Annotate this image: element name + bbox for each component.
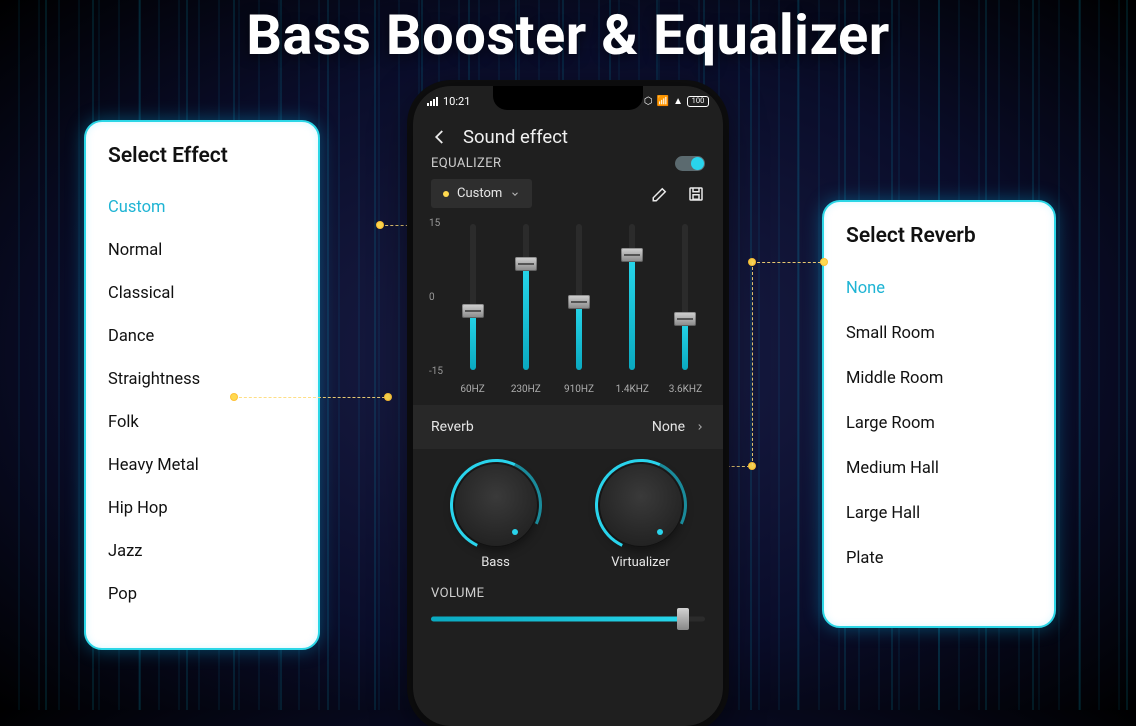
eq-slider-thumb[interactable] xyxy=(515,257,537,271)
phone-frame: 10:21 ⬡ 📶 ▲ 100 Sound effect EQUALIZER C… xyxy=(413,86,723,726)
page-header: Sound effect xyxy=(413,116,723,156)
reverb-item[interactable]: Large Room xyxy=(846,401,1032,446)
reverb-value: None xyxy=(652,419,685,435)
signal-icon xyxy=(427,97,439,106)
effect-item[interactable]: Folk xyxy=(108,401,296,444)
virtualizer-dial[interactable] xyxy=(599,463,683,547)
effect-card: Select Effect CustomNormalClassicalDance… xyxy=(84,120,320,650)
effect-item[interactable]: Straightness xyxy=(108,358,296,401)
reverb-card: Select Reverb NoneSmall RoomMiddle RoomL… xyxy=(822,200,1056,628)
chevron-down-icon xyxy=(510,189,520,199)
effect-item[interactable]: Jazz xyxy=(108,530,296,573)
bass-knob-group: Bass xyxy=(454,463,538,570)
back-arrow-icon[interactable] xyxy=(431,128,449,146)
scale-mid: 0 xyxy=(429,292,443,303)
virtualizer-label: Virtualizer xyxy=(611,555,670,570)
bluetooth-icon: ⬡ xyxy=(644,96,653,107)
connector-dot xyxy=(384,393,392,401)
reverb-item[interactable]: Small Room xyxy=(846,311,1032,356)
save-icon[interactable] xyxy=(687,185,705,203)
equalizer-header: EQUALIZER xyxy=(413,156,723,175)
connector-line xyxy=(752,262,826,263)
chevron-right-icon xyxy=(695,422,705,432)
eq-band-label: 1.4KHZ xyxy=(616,384,649,395)
equalizer-scale: 15 0 -15 xyxy=(427,218,445,395)
wifi-icon: ▲ xyxy=(673,96,683,107)
volume-slider[interactable] xyxy=(431,611,705,627)
connector-line xyxy=(752,262,753,466)
effect-item[interactable]: Heavy Metal xyxy=(108,444,296,487)
connector-line xyxy=(234,397,390,398)
connector-dot xyxy=(376,221,384,229)
eq-band: 1.4KHZ xyxy=(609,218,656,395)
effect-item[interactable]: Classical xyxy=(108,272,296,315)
eq-band: 230HZ xyxy=(502,218,549,395)
preset-name: Custom xyxy=(457,186,502,201)
phone-notch xyxy=(493,86,643,110)
eq-slider[interactable] xyxy=(565,218,593,376)
equalizer-toggle[interactable] xyxy=(675,156,705,171)
equalizer-label: EQUALIZER xyxy=(431,156,501,171)
effect-item[interactable]: Custom xyxy=(108,186,296,229)
effect-heading: Select Effect xyxy=(108,144,296,168)
edit-icon[interactable] xyxy=(651,185,669,203)
virtualizer-knob-group: Virtualizer xyxy=(599,463,683,570)
effect-item[interactable]: Dance xyxy=(108,315,296,358)
eq-band-label: 910HZ xyxy=(564,384,594,395)
eq-slider-thumb[interactable] xyxy=(621,248,643,262)
bass-label: Bass xyxy=(481,555,510,570)
preset-connector-dot xyxy=(443,191,449,197)
eq-slider[interactable] xyxy=(512,218,540,376)
eq-slider-thumb[interactable] xyxy=(568,295,590,309)
reverb-item[interactable]: None xyxy=(846,266,1032,311)
eq-band-label: 3.6KHZ xyxy=(669,384,702,395)
connector-dot xyxy=(230,393,238,401)
bass-dial[interactable] xyxy=(454,463,538,547)
eq-slider[interactable] xyxy=(459,218,487,376)
reverb-item[interactable]: Plate xyxy=(846,536,1032,581)
volume-thumb[interactable] xyxy=(677,608,689,630)
phone-screen: 10:21 ⬡ 📶 ▲ 100 Sound effect EQUALIZER C… xyxy=(413,86,723,726)
main-heading: Bass Booster & Equalizer xyxy=(0,2,1136,68)
page-title: Sound effect xyxy=(463,126,568,148)
eq-band: 910HZ xyxy=(555,218,602,395)
reverb-label: Reverb xyxy=(431,419,474,435)
eq-band-label: 230HZ xyxy=(511,384,541,395)
effect-item[interactable]: Normal xyxy=(108,229,296,272)
eq-slider[interactable] xyxy=(671,218,699,376)
scale-max: 15 xyxy=(429,218,443,229)
equalizer-area: 15 0 -15 60HZ 230HZ 910HZ 1.4KHZ 3.6KHZ xyxy=(413,208,723,399)
knobs-area: Bass Virtualizer xyxy=(413,449,723,576)
connector-dot xyxy=(820,258,828,266)
eq-band: 60HZ xyxy=(449,218,496,395)
vibrate-icon: 📶 xyxy=(657,96,669,107)
eq-band: 3.6KHZ xyxy=(662,218,709,395)
preset-row: Custom xyxy=(413,175,723,208)
battery-icon: 100 xyxy=(687,96,709,107)
reverb-item[interactable]: Middle Room xyxy=(846,356,1032,401)
effect-item[interactable]: Pop xyxy=(108,573,296,616)
eq-band-label: 60HZ xyxy=(460,384,484,395)
reverb-heading: Select Reverb xyxy=(846,224,1032,248)
scale-min: -15 xyxy=(429,366,443,377)
effect-item[interactable]: Hip Hop xyxy=(108,487,296,530)
volume-label: VOLUME xyxy=(431,582,705,611)
eq-slider-thumb[interactable] xyxy=(674,312,696,326)
reverb-item[interactable]: Large Hall xyxy=(846,491,1032,536)
reverb-row[interactable]: Reverb None xyxy=(413,405,723,449)
preset-dropdown[interactable]: Custom xyxy=(431,179,532,208)
reverb-item[interactable]: Medium Hall xyxy=(846,446,1032,491)
status-time: 10:21 xyxy=(443,95,470,108)
volume-section: VOLUME xyxy=(413,576,723,643)
eq-slider-thumb[interactable] xyxy=(462,304,484,318)
eq-slider[interactable] xyxy=(618,218,646,376)
